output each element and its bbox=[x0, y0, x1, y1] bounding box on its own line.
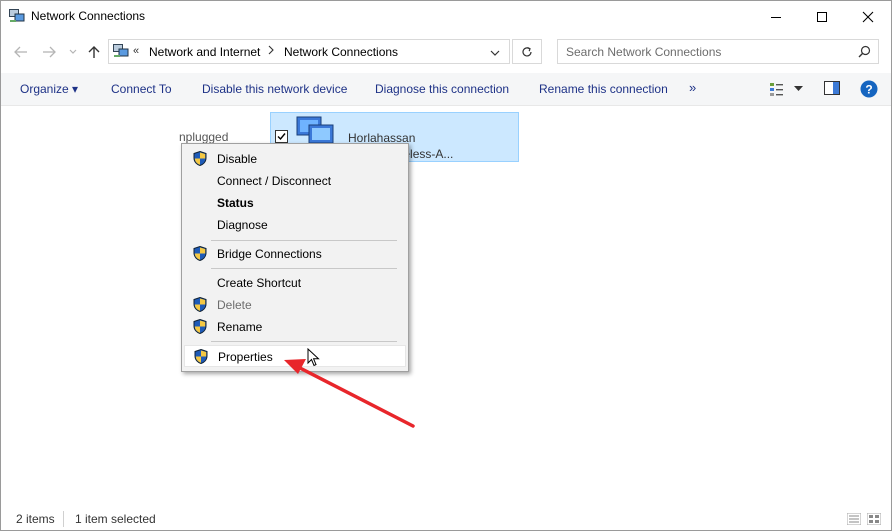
checkmark-icon bbox=[277, 133, 286, 141]
window: Network Connections « Network and Intern… bbox=[0, 0, 892, 531]
maximize-icon bbox=[817, 11, 827, 22]
menu-item-rename[interactable]: Rename bbox=[184, 316, 406, 338]
forward-button[interactable] bbox=[39, 42, 59, 62]
breadcrumb-network-connections[interactable]: Network Connections bbox=[284, 45, 398, 59]
breadcrumb-chevron-icon[interactable] bbox=[267, 44, 275, 59]
close-button[interactable] bbox=[845, 1, 891, 32]
maximize-button[interactable] bbox=[799, 1, 845, 32]
connections-list: nplugged Horlahassan l Band Wireless-A..… bbox=[1, 105, 891, 505]
menu-separator bbox=[211, 240, 397, 241]
context-menu: Disable Connect / Disconnect Status Diag… bbox=[181, 143, 409, 372]
status-divider bbox=[63, 511, 64, 527]
status-bar: 2 items 1 item selected bbox=[1, 507, 891, 530]
uac-shield-icon bbox=[193, 246, 207, 261]
up-arrow-icon bbox=[88, 46, 100, 58]
address-dropdown-button[interactable] bbox=[489, 47, 501, 61]
minimize-icon bbox=[771, 16, 781, 18]
menu-item-bridge-connections[interactable]: Bridge Connections bbox=[184, 243, 406, 265]
item-count: 2 items bbox=[16, 512, 55, 526]
menu-item-create-shortcut[interactable]: Create Shortcut bbox=[184, 272, 406, 294]
mouse-cursor-icon bbox=[307, 348, 320, 367]
menu-item-status[interactable]: Status bbox=[184, 192, 406, 214]
command-bar: Organize ▾ Connect To Disable this netwo… bbox=[1, 73, 891, 106]
more-commands-button[interactable]: » bbox=[689, 80, 696, 95]
forward-arrow-icon bbox=[43, 46, 56, 58]
back-arrow-icon bbox=[14, 46, 27, 58]
menu-item-connect-disconnect[interactable]: Connect / Disconnect bbox=[184, 170, 406, 192]
menu-item-properties[interactable]: Properties bbox=[184, 345, 406, 367]
uac-shield-icon bbox=[194, 349, 208, 364]
menu-item-label: Diagnose bbox=[217, 218, 268, 232]
close-icon bbox=[862, 11, 874, 22]
network-connections-icon bbox=[113, 44, 129, 57]
refresh-button[interactable] bbox=[512, 39, 542, 64]
address-bar[interactable]: « Network and Internet Network Connectio… bbox=[108, 39, 510, 64]
uac-shield-icon bbox=[193, 297, 207, 312]
search-input[interactable] bbox=[558, 40, 856, 63]
item-checkbox[interactable] bbox=[275, 130, 288, 143]
connection-status-unplugged[interactable]: nplugged bbox=[179, 130, 228, 144]
menu-separator bbox=[211, 341, 397, 342]
view-options-dropdown-icon[interactable] bbox=[794, 86, 803, 92]
disable-device-button[interactable]: Disable this network device bbox=[202, 82, 347, 96]
chevron-down-icon bbox=[69, 49, 77, 54]
menu-item-disable[interactable]: Disable bbox=[184, 148, 406, 170]
selection-count: 1 item selected bbox=[75, 512, 156, 526]
breadcrumb-network-and-internet[interactable]: Network and Internet bbox=[149, 45, 260, 59]
window-title: Network Connections bbox=[31, 9, 146, 23]
change-view-icon[interactable] bbox=[769, 81, 785, 97]
uac-shield-icon bbox=[193, 151, 207, 166]
organize-menu[interactable]: Organize ▾ bbox=[20, 82, 78, 96]
menu-item-label: Create Shortcut bbox=[217, 276, 302, 290]
back-button[interactable] bbox=[11, 42, 31, 62]
minimize-button[interactable] bbox=[753, 1, 799, 32]
title-bar: Network Connections bbox=[1, 1, 891, 32]
preview-pane-icon[interactable] bbox=[824, 81, 840, 95]
up-button[interactable] bbox=[84, 42, 104, 62]
menu-item-label: Bridge Connections bbox=[217, 247, 322, 261]
menu-item-label: Disable bbox=[217, 152, 258, 166]
breadcrumb-overflow[interactable]: « bbox=[133, 45, 139, 57]
menu-item-label: Delete bbox=[217, 298, 252, 312]
network-connections-icon bbox=[9, 9, 25, 22]
menu-item-label: Properties bbox=[218, 350, 273, 364]
svg-text:?: ? bbox=[865, 83, 872, 97]
search-box[interactable] bbox=[557, 39, 879, 64]
menu-item-delete: Delete bbox=[184, 294, 406, 316]
large-icons-view-icon[interactable] bbox=[867, 513, 881, 525]
recent-locations-button[interactable] bbox=[63, 42, 83, 62]
chevron-down-icon bbox=[490, 50, 500, 56]
search-icon[interactable] bbox=[858, 45, 871, 58]
menu-item-diagnose[interactable]: Diagnose bbox=[184, 214, 406, 236]
uac-shield-icon bbox=[193, 319, 207, 334]
menu-item-label: Status bbox=[217, 196, 254, 210]
diagnose-connection-button[interactable]: Diagnose this connection bbox=[375, 82, 509, 96]
menu-item-label: Rename bbox=[217, 320, 263, 334]
details-view-icon[interactable] bbox=[847, 513, 861, 525]
menu-item-label: Connect / Disconnect bbox=[217, 174, 332, 188]
connect-to-button[interactable]: Connect To bbox=[111, 82, 172, 96]
help-icon[interactable]: ? bbox=[860, 80, 878, 98]
navigation-bar: « Network and Internet Network Connectio… bbox=[1, 32, 891, 70]
refresh-icon bbox=[522, 46, 532, 56]
menu-separator bbox=[211, 268, 397, 269]
rename-connection-button[interactable]: Rename this connection bbox=[539, 82, 668, 96]
